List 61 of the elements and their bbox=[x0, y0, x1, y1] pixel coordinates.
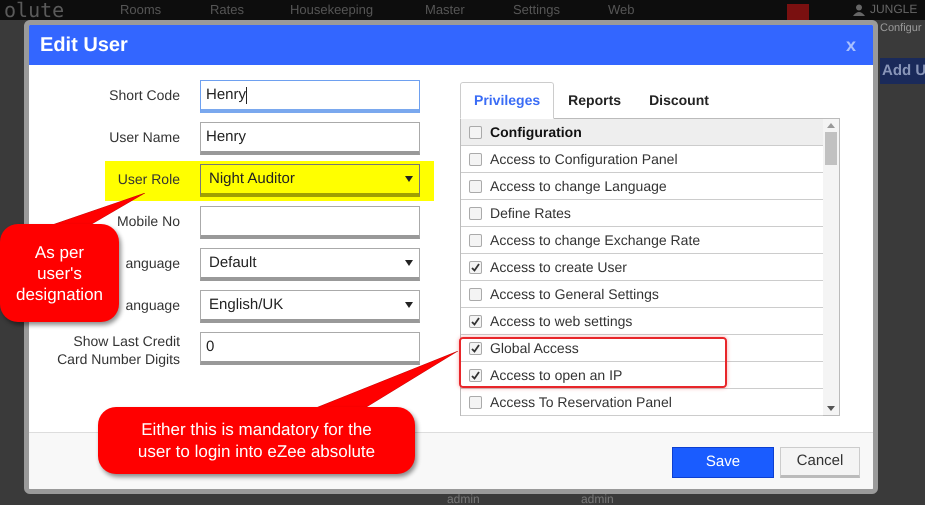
privilege-label: Access To Reservation Panel bbox=[490, 392, 672, 412]
cancel-button[interactable]: Cancel bbox=[780, 447, 860, 478]
table-cell: admin bbox=[447, 494, 480, 505]
user-name: JUNGLE bbox=[870, 3, 918, 16]
dialog-title: Edit User bbox=[40, 33, 128, 58]
dropdown[interactable]: Night Auditor bbox=[200, 164, 420, 197]
add-user-button[interactable]: Add U bbox=[880, 58, 925, 84]
scroll-up-icon bbox=[827, 123, 835, 128]
checkbox[interactable] bbox=[469, 288, 482, 300]
checkbox[interactable] bbox=[469, 260, 482, 274]
privilege-label: Define Rates bbox=[490, 204, 571, 222]
privilege-label: Access to web settings bbox=[490, 312, 632, 331]
field-label: anguage bbox=[125, 296, 180, 314]
privilege-label: Access to create User bbox=[490, 258, 627, 276]
input-field[interactable] bbox=[200, 206, 420, 239]
checkbox[interactable] bbox=[469, 126, 482, 138]
save-button[interactable]: Save bbox=[672, 447, 774, 478]
input-field[interactable]: 0 bbox=[200, 332, 420, 365]
user-icon bbox=[853, 4, 865, 16]
caret-icon bbox=[405, 176, 413, 182]
user-subtitle: Configur bbox=[880, 22, 922, 35]
caret-icon bbox=[405, 260, 413, 266]
scrollbar-thumb[interactable] bbox=[825, 132, 837, 165]
field-label: Show Last Credit Card Number Digits bbox=[56, 332, 180, 368]
privilege-label: Access to Configuration Panel bbox=[490, 150, 678, 169]
input-field[interactable]: Henry bbox=[200, 122, 420, 155]
checkbox[interactable] bbox=[469, 206, 482, 220]
privilege-label: Access to General Settings bbox=[490, 284, 659, 304]
tab[interactable]: Discount bbox=[635, 82, 723, 118]
privilege-label: Access to change Exchange Rate bbox=[490, 230, 700, 250]
checkbox[interactable] bbox=[469, 152, 482, 166]
privilege-label: Access to open an IP bbox=[490, 366, 622, 385]
checkbox[interactable] bbox=[469, 314, 482, 328]
scroll-down-icon bbox=[827, 406, 835, 411]
field-label: Mobile No bbox=[116, 212, 180, 230]
dropdown[interactable]: English/UK bbox=[200, 290, 420, 323]
text-cursor bbox=[246, 86, 248, 104]
notification-icon bbox=[787, 4, 809, 20]
tab[interactable]: Reports bbox=[554, 82, 636, 118]
group-label: Configuration bbox=[490, 122, 582, 142]
input-field[interactable]: Henry bbox=[200, 80, 420, 113]
dropdown-value: Default bbox=[209, 252, 257, 273]
tab[interactable]: Privileges bbox=[460, 82, 554, 119]
checkbox[interactable] bbox=[469, 368, 482, 382]
checkbox[interactable] bbox=[469, 342, 482, 354]
dropdown-value: Night Auditor bbox=[209, 168, 295, 189]
field-label: anguage bbox=[125, 254, 180, 272]
caret-icon bbox=[405, 302, 413, 308]
dropdown-value: English/UK bbox=[209, 294, 284, 315]
table-cell: admin bbox=[581, 494, 614, 505]
privilege-label: Access to change Language bbox=[490, 176, 667, 196]
checkbox[interactable] bbox=[469, 396, 482, 408]
field-label: User Role bbox=[118, 170, 180, 188]
privilege-label: Global Access bbox=[490, 338, 579, 358]
field-label: User Name bbox=[109, 128, 180, 146]
checkbox[interactable] bbox=[469, 234, 482, 246]
app-logo: olute bbox=[4, 0, 64, 20]
checkbox[interactable] bbox=[469, 180, 482, 192]
dropdown[interactable]: Default bbox=[200, 248, 420, 281]
scrollbar[interactable] bbox=[823, 119, 839, 415]
field-label: Short Code bbox=[109, 86, 180, 104]
